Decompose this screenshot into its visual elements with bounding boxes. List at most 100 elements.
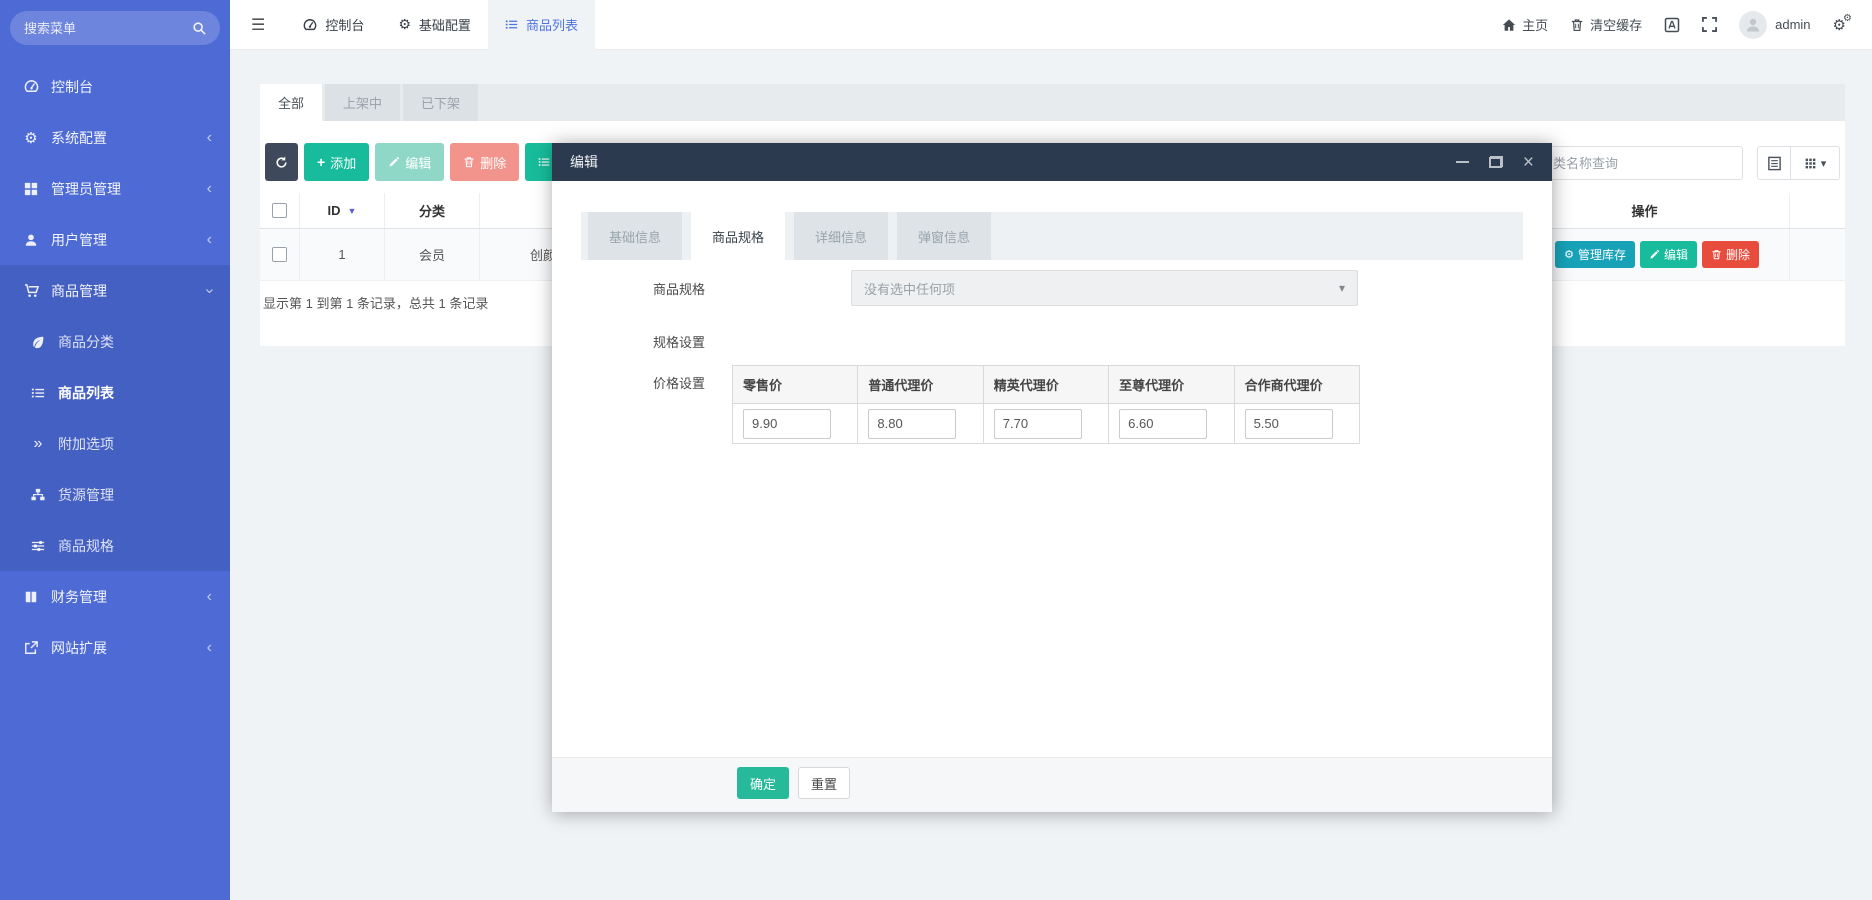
price-cell — [1108, 403, 1235, 444]
status-tabs: 全部 上架中 已下架 — [260, 84, 1845, 121]
sidebar-item-label: 商品分类 — [58, 333, 114, 350]
topbar-tab-label: 商品列表 — [525, 18, 578, 33]
sidebar-menu: 控制台 ⚙ 系统配置 ‹ 管理员管理 ‹ 用户管理 ‹ 商品管理 ‹ 商品分类 — [0, 61, 230, 673]
tab-on-sale[interactable]: 上架中 — [325, 84, 401, 121]
home-label: 主页 — [1522, 18, 1549, 33]
language-icon[interactable] — [1664, 17, 1680, 33]
row-manage-stock-button[interactable]: ⚙ 管理库存 — [1555, 241, 1635, 268]
home-link[interactable]: 主页 — [1502, 15, 1548, 34]
supreme-agent-price-input[interactable] — [1119, 408, 1208, 439]
modal-title: 编辑 — [570, 154, 598, 170]
sidebar-item-label: 附加选项 — [58, 435, 114, 452]
list-icon — [27, 386, 49, 400]
avatar — [1739, 10, 1768, 39]
topbar-tab-label: 控制台 — [325, 18, 365, 33]
sidebar-item-label: 系统配置 — [51, 129, 107, 146]
modal-tab-base-info[interactable]: 基础信息 — [588, 212, 683, 260]
maximize-icon[interactable] — [1488, 156, 1503, 168]
row-delete-button[interactable]: 删除 — [1701, 241, 1759, 268]
fullscreen-icon[interactable] — [1702, 17, 1717, 32]
manage-stock-label: 管理库存 — [1577, 248, 1626, 262]
refresh-button[interactable] — [265, 143, 298, 181]
modal-tab-popup-info[interactable]: 弹窗信息 — [897, 212, 992, 260]
chevron-left-icon: ‹ — [206, 128, 212, 146]
user-menu[interactable]: admin — [1739, 10, 1811, 39]
modal-tab-goods-spec[interactable]: 商品规格 — [691, 212, 786, 260]
sidebar-item-dashboard[interactable]: 控制台 — [0, 61, 230, 112]
close-icon[interactable]: × — [1523, 153, 1534, 172]
delete-button[interactable]: 删除 — [450, 143, 520, 181]
minimize-icon[interactable] — [1455, 161, 1469, 163]
column-id[interactable]: ID ▼ — [300, 193, 385, 228]
add-button[interactable]: + 添加 — [304, 143, 370, 181]
sidebar-item-finance-manage[interactable]: 财务管理 ‹ — [0, 571, 230, 622]
normal-agent-price-input[interactable] — [868, 408, 957, 439]
sidebar-item-goods-spec[interactable]: 商品规格 — [0, 520, 230, 571]
topbar: ☰ 控制台 ⚙ 基础配置 商品列表 主页 清空缓存 admin ⚙ ⚙ — [230, 0, 1872, 50]
row-id-cell: 1 — [300, 229, 385, 280]
reset-button[interactable]: 重置 — [798, 767, 851, 799]
expanded-menu-group: 商品管理 ‹ 商品分类 商品列表 » 附加选项 货源管理 商品规格 — [0, 265, 230, 571]
menu-toggle-icon[interactable]: ☰ — [230, 15, 286, 35]
list-icon — [505, 18, 518, 31]
elite-agent-price-input[interactable] — [993, 408, 1082, 439]
row-spacer-cell — [1790, 229, 1845, 280]
sidebar-item-site-extension[interactable]: 网站扩展 ‹ — [0, 622, 230, 673]
sidebar-item-supply-manage[interactable]: 货源管理 — [0, 469, 230, 520]
sliders-icon — [27, 539, 49, 553]
confirm-button[interactable]: 确定 — [737, 767, 790, 799]
topbar-tab-goods-list[interactable]: 商品列表 — [487, 0, 595, 50]
search-icon[interactable] — [192, 21, 206, 35]
sidebar-item-system-config[interactable]: ⚙ 系统配置 ‹ — [0, 112, 230, 163]
retail-price-input[interactable] — [743, 408, 831, 439]
sidebar-item-user-manage[interactable]: 用户管理 ‹ — [0, 214, 230, 265]
dashboard-icon — [303, 18, 317, 32]
chevron-down-icon: ‹ — [200, 287, 218, 294]
sort-desc-icon: ▼ — [347, 205, 357, 216]
modal-tab-detail-info[interactable]: 详细信息 — [794, 212, 889, 260]
gear-small-icon: ⚙ — [1843, 12, 1852, 24]
caret-down-icon: ▾ — [1338, 281, 1345, 295]
tab-all[interactable]: 全部 — [260, 84, 323, 121]
list-icon — [538, 156, 550, 168]
sidebar-item-goods-category[interactable]: 商品分类 — [0, 316, 230, 367]
edit-button[interactable]: 编辑 — [375, 143, 445, 181]
columns-grid-icon — [1804, 157, 1817, 170]
spec-select[interactable]: 没有选中任何项 ▾ — [851, 270, 1358, 306]
caret-down-icon: ▾ — [1820, 157, 1827, 170]
sidebar-item-admin-manage[interactable]: 管理员管理 ‹ — [0, 163, 230, 214]
cogs-icon: ⚙ — [24, 129, 38, 147]
topbar-tab-dashboard[interactable]: 控制台 — [286, 0, 381, 50]
sidebar-item-extra-options[interactable]: » 附加选项 — [0, 418, 230, 469]
tab-off-sale[interactable]: 已下架 — [403, 84, 479, 121]
topbar-tab-base-config[interactable]: ⚙ 基础配置 — [381, 0, 488, 50]
cart-icon — [20, 283, 42, 298]
sidebar-item-goods-list[interactable]: 商品列表 — [0, 367, 230, 418]
columns-button[interactable]: ▾ — [1790, 146, 1840, 180]
price-cell — [857, 403, 984, 444]
row-edit-button[interactable]: 编辑 — [1639, 241, 1697, 268]
row-checkbox[interactable] — [272, 247, 287, 262]
sidebar-search-input[interactable] — [24, 20, 192, 36]
chevron-left-icon: ‹ — [206, 179, 212, 197]
sidebar-item-label: 商品规格 — [58, 537, 114, 554]
trash-icon — [1711, 249, 1722, 260]
dashboard-icon — [20, 79, 42, 94]
sitemap-icon — [27, 488, 49, 502]
partner-agent-price-input[interactable] — [1244, 408, 1333, 439]
row-select-cell — [260, 229, 300, 280]
sidebar-item-goods-manage[interactable]: 商品管理 ‹ — [0, 265, 230, 316]
search-form-toggle-button[interactable] — [1757, 146, 1791, 180]
sidebar-item-label: 网站扩展 — [51, 639, 107, 656]
select-all-checkbox[interactable] — [272, 203, 287, 218]
clear-cache-link[interactable]: 清空缓存 — [1570, 15, 1642, 34]
sidebar-search[interactable] — [10, 11, 220, 45]
column-category[interactable]: 分类 — [385, 193, 480, 228]
sidebar-item-label: 用户管理 — [51, 231, 107, 248]
price-setting-label: 价格设置 — [652, 376, 705, 391]
modal-header[interactable]: 编辑 × — [552, 143, 1552, 181]
settings-cogs-icon[interactable]: ⚙ ⚙ — [1833, 13, 1852, 34]
delete-label: 删除 — [480, 155, 507, 171]
leaf-icon — [27, 335, 49, 349]
price-col-supreme-agent: 至尊代理价 — [1108, 365, 1235, 404]
